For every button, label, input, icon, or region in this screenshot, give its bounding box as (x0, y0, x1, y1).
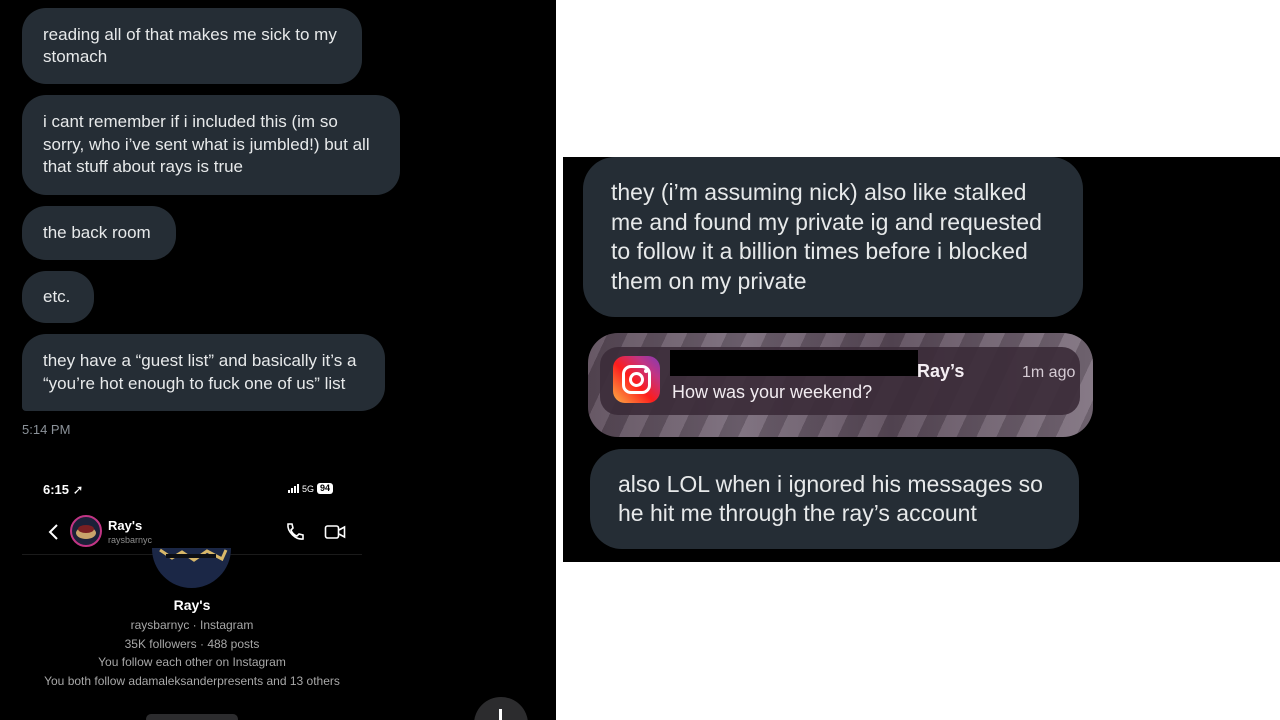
message-bubble: they have a “guest list” and basically i… (22, 334, 385, 411)
signal-icon (288, 484, 299, 493)
location-arrow-icon: ➚ (72, 482, 84, 497)
plus-icon (499, 709, 502, 720)
avatar[interactable] (70, 515, 102, 547)
network-label: 5G (302, 483, 315, 494)
left-screenshot: reading all of that makes me sick to my … (0, 0, 556, 720)
compose-button[interactable] (474, 697, 528, 720)
status-time: 6:15 ➚ (43, 482, 84, 497)
profile-mutuals: You both follow adamaleksanderpresents a… (44, 674, 340, 688)
notification-title: Ray’s (917, 361, 965, 381)
instagram-icon (613, 356, 660, 403)
profile-name: Ray's (173, 597, 211, 613)
profile-username: raysbarnyc · Instagram (130, 618, 254, 632)
message-bubble: the back room (22, 206, 176, 260)
message-bubble: i cant remember if i included this (im s… (22, 95, 400, 195)
contact-username: raysbarnyc (108, 535, 153, 545)
view-profile-button[interactable] (146, 714, 238, 720)
message-bubble: reading all of that makes me sick to my … (22, 8, 362, 84)
profile-avatar[interactable] (152, 548, 231, 588)
battery-badge: 94 (317, 483, 334, 494)
notification-screenshot: Ray’s 1m ago How was your weekend? (588, 333, 1093, 437)
profile-stats: 35K followers · 488 posts (124, 637, 260, 651)
message-bubble: also LOL when i ignored his messages so … (590, 449, 1079, 549)
message-bubble: etc. (22, 271, 94, 323)
phone-call-icon[interactable] (284, 522, 304, 542)
message-timestamp: 5:14 PM (22, 422, 71, 437)
right-screenshot: they (i’m assuming nick) also like stalk… (563, 157, 1280, 562)
message-bubble: they (i’m assuming nick) also like stalk… (583, 157, 1083, 317)
notification-body: How was your weekend? (672, 382, 873, 402)
video-call-icon[interactable] (324, 522, 346, 542)
status-indicators: 5G 94 (288, 483, 334, 494)
redaction-bar (670, 350, 918, 376)
contact-name[interactable]: Ray's (108, 518, 142, 533)
notification-time: 1m ago (1022, 364, 1076, 381)
notification-banner[interactable]: Ray’s 1m ago How was your weekend? (600, 347, 1080, 415)
profile-follow-status: You follow each other on Instagram (98, 655, 286, 669)
back-chevron-icon[interactable] (44, 522, 64, 542)
